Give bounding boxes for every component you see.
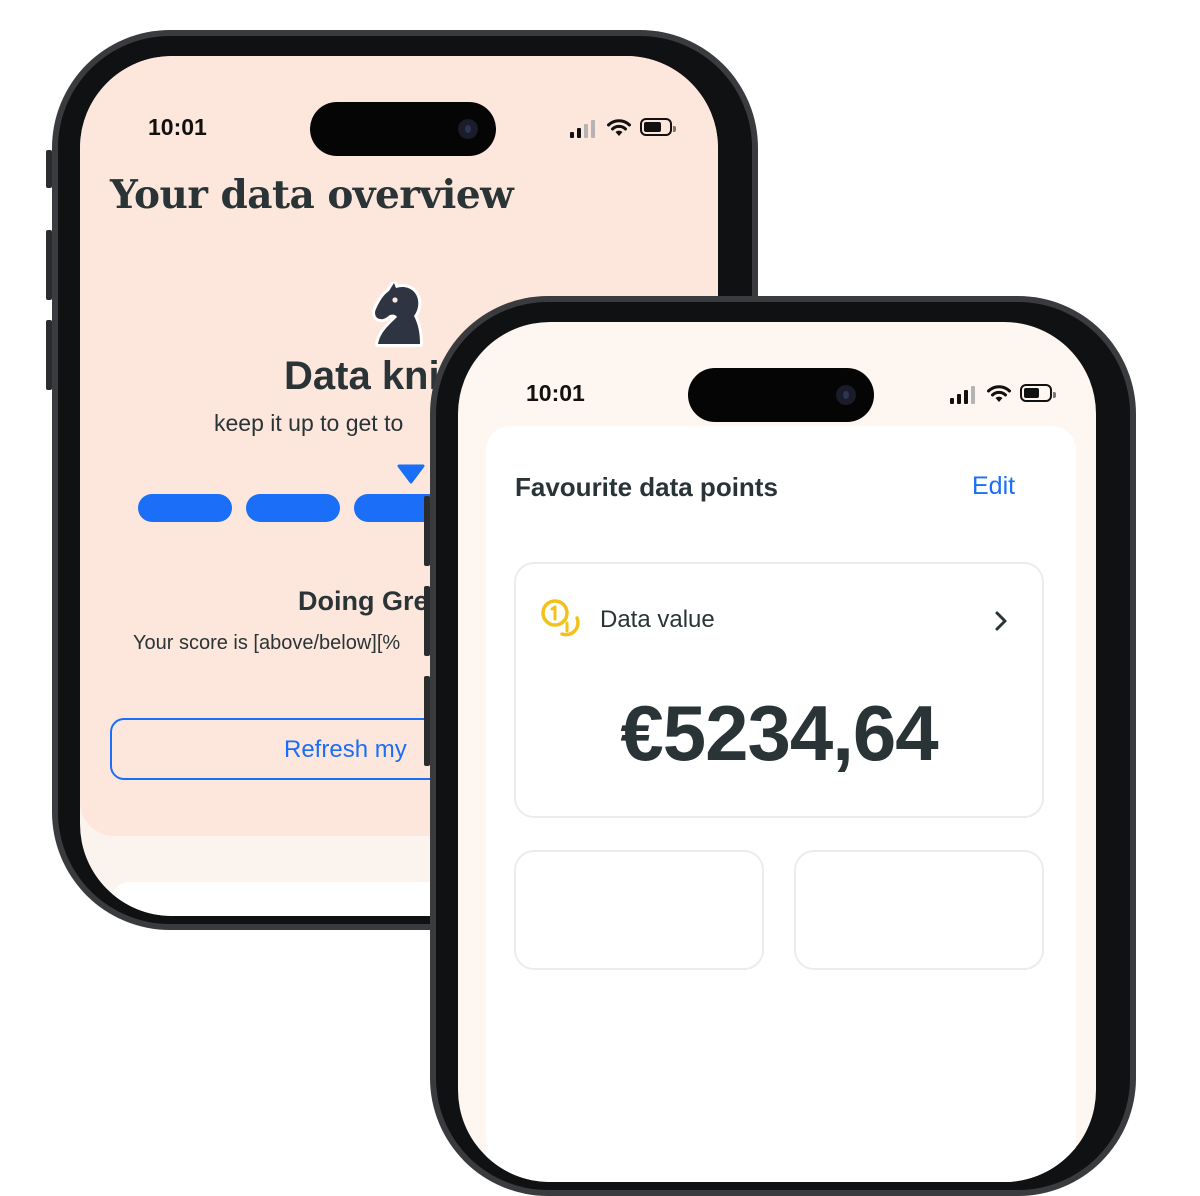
data-value-label: Data value [600,606,715,633]
front-phone: 10:01 Favourite data points Edit Data va… [424,296,1136,1196]
refresh-button-label: Refresh my [284,736,407,763]
signal-icon [950,386,975,404]
section-title: Favourite data points [515,472,778,502]
side-button [424,676,430,766]
camera-icon [836,385,856,405]
progress-marker-icon [397,464,425,484]
battery-icon [1020,384,1056,402]
chevron-right-icon[interactable] [994,610,1008,632]
battery-icon [640,118,676,136]
page-title: Your data overview [110,172,514,218]
edit-link[interactable]: Edit [972,472,1015,501]
status-time: 10:01 [526,380,585,406]
progress-segment [138,494,232,522]
volume-down-button [46,320,52,390]
wifi-icon [607,119,631,136]
progress-segment [246,494,340,522]
level-subtitle: keep it up to get to [214,410,404,436]
volume-up-button [46,230,52,300]
status-heading: Doing Gre [298,586,429,616]
coins-icon [541,599,580,637]
status-text: Your score is [above/below][% [133,632,401,654]
volume-up-button [424,496,430,566]
dynamic-island [688,368,874,422]
mute-switch [46,150,52,188]
data-value-amount: €5234,64 [620,689,938,777]
data-point-card[interactable] [514,850,764,970]
data-point-card[interactable] [794,850,1044,970]
level-title: Data kni [284,354,440,398]
signal-icon [570,120,595,138]
chess-knight-icon [372,282,423,347]
dynamic-island [310,102,496,156]
volume-down-button [424,586,430,656]
favourite-data-points-card: Favourite data points Edit Data value €5… [486,426,1076,1182]
wifi-icon [987,385,1011,402]
front-phone-screen: 10:01 Favourite data points Edit Data va… [458,322,1096,1182]
data-value-card[interactable]: Data value €5234,64 [514,562,1044,818]
camera-icon [458,119,478,139]
status-time: 10:01 [148,114,207,140]
